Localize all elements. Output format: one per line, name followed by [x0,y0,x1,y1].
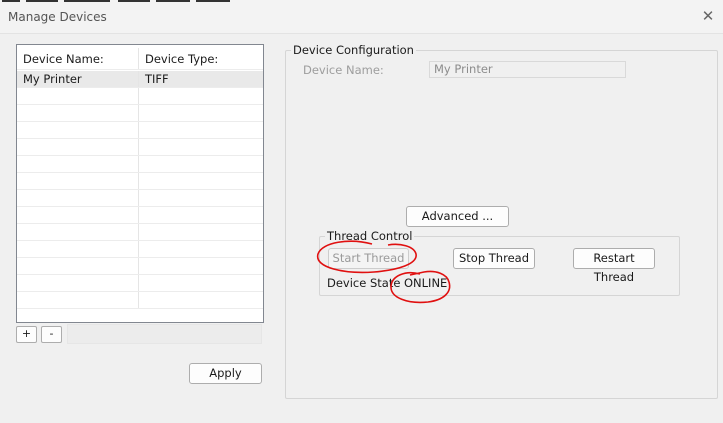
device-name-cell: My Printer [17,71,139,87]
advanced-button[interactable]: Advanced ... [406,206,509,227]
device-type-cell [139,258,263,274]
device-list[interactable]: Device Name: Device Type: My Printer TIFF [16,44,264,323]
device-name-cell [17,139,139,155]
device-type-cell [139,224,263,240]
device-configuration-title: Device Configuration [291,43,416,57]
device-type-cell [139,207,263,223]
empty-table-row[interactable] [17,139,263,156]
device-name-cell [17,156,139,172]
device-name-cell [17,275,139,291]
empty-table-row[interactable] [17,88,263,105]
device-type-cell: TIFF [145,72,169,86]
device-name-cell [17,173,139,189]
empty-table-row[interactable] [17,275,263,292]
add-device-button[interactable]: + [16,326,37,343]
empty-table-row[interactable] [17,190,263,207]
remove-device-button[interactable]: - [41,326,62,343]
device-type-cell [139,139,263,155]
column-header-device-name[interactable]: Device Name: [17,48,139,69]
device-name-cell [17,105,139,121]
device-name-cell [17,224,139,240]
empty-table-row[interactable] [17,105,263,122]
manage-devices-dialog: Manage Devices ✕ Device Name: Device Typ… [0,0,723,423]
empty-table-row[interactable] [17,258,263,275]
device-type-cell [139,105,263,121]
empty-table-row[interactable] [17,292,263,309]
list-footer-bar [67,324,262,344]
close-icon[interactable]: ✕ [693,2,723,30]
device-name-field[interactable]: My Printer [429,61,626,78]
empty-table-row[interactable] [17,224,263,241]
window-title: Manage Devices [8,10,107,24]
device-state-label: Device State [327,276,401,290]
device-state-value: ONLINE [404,276,448,290]
device-list-header: Device Name: Device Type: [17,48,263,70]
device-name-label: Device Name: [303,63,384,77]
device-name-cell [17,292,139,308]
empty-table-row[interactable] [17,173,263,190]
cropped-text-fragment [2,0,230,2]
device-name-cell [17,190,139,206]
device-type-cell [139,156,263,172]
device-name-cell [17,258,139,274]
device-type-cell [139,88,263,104]
empty-table-row[interactable] [17,122,263,139]
empty-table-row[interactable] [17,207,263,224]
device-type-cell [139,241,263,257]
title-bar: Manage Devices ✕ [0,0,723,34]
device-type-cell [139,292,263,308]
column-header-device-type[interactable]: Device Type: [139,48,263,69]
empty-table-row[interactable] [17,156,263,173]
thread-control-title: Thread Control [325,229,415,243]
restart-thread-button[interactable]: Restart Thread [573,248,655,284]
empty-table-row[interactable] [17,241,263,258]
device-name-cell [17,88,139,104]
table-row[interactable]: My Printer TIFF [17,71,263,88]
device-type-cell [139,173,263,189]
stop-thread-button[interactable]: Stop Thread [453,248,535,269]
start-thread-button[interactable]: Start Thread [328,248,409,269]
device-name-cell [17,207,139,223]
device-type-cell [139,190,263,206]
device-type-cell [139,122,263,138]
device-type-cell [139,275,263,291]
device-name-cell [17,122,139,138]
device-name-cell [17,241,139,257]
apply-button[interactable]: Apply [189,363,262,384]
